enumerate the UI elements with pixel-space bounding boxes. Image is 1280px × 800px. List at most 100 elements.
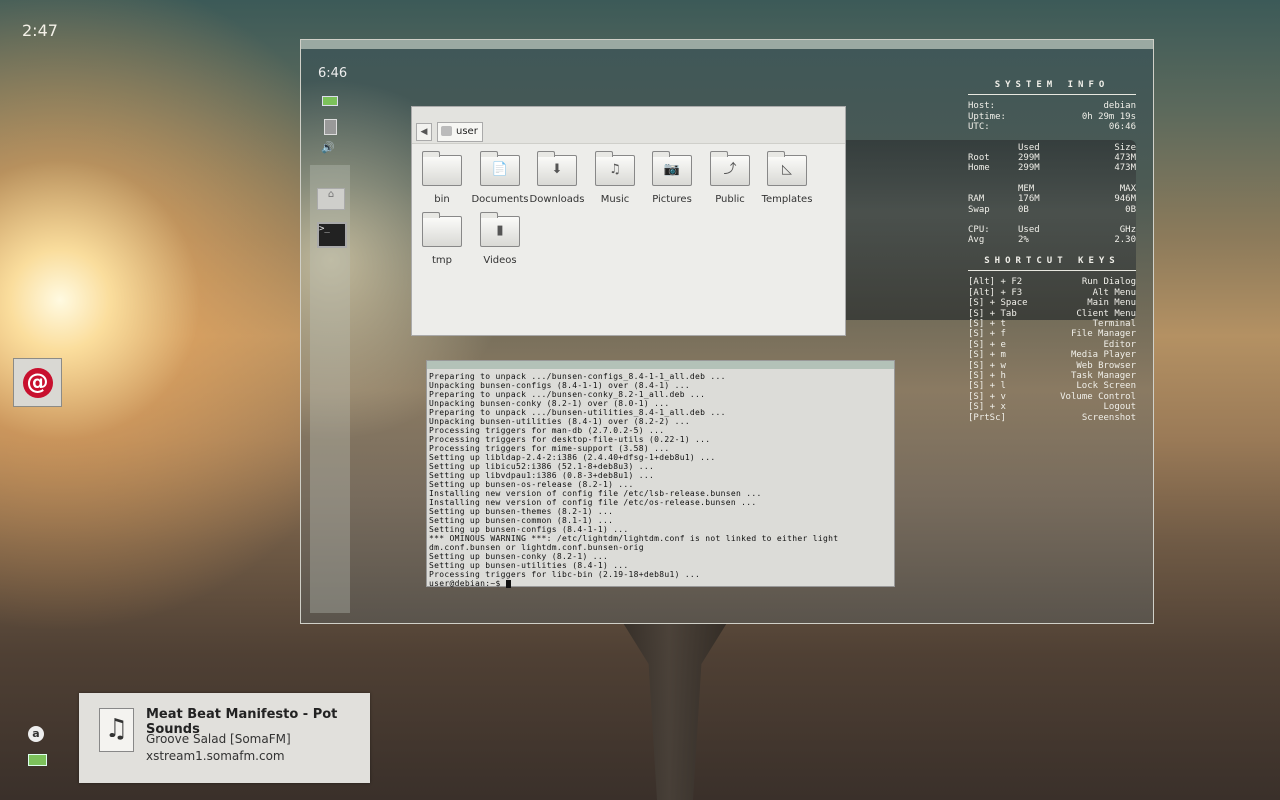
folder-downloads[interactable]: ⬇ Downloads	[527, 151, 587, 205]
shortcut-row: [S] + f File Manager	[968, 329, 1136, 340]
disk-row: Root 299M 473M	[968, 153, 1136, 164]
folder-pictures[interactable]: 📷 Pictures	[642, 151, 702, 205]
terminal-line: dm.conf.bunsen or lightdm.conf.bunsen-or…	[429, 543, 644, 552]
terminal-output[interactable]: Preparing to unpack .../bunsen-configs_8…	[427, 369, 894, 588]
pictures-folder-icon: 📷	[652, 151, 692, 186]
shortcut-row: [S] + t Terminal	[968, 318, 1136, 329]
debian-launcher-button[interactable]: @	[13, 358, 62, 407]
system-tray: a	[28, 726, 48, 766]
shortcut-row: [S] + Space Main Menu	[968, 298, 1136, 309]
terminal-line: Installing new version of config file /e…	[429, 498, 757, 507]
system-info-header: SYSTEM INFO	[968, 80, 1136, 96]
disk-row: Home 299M 473M	[968, 163, 1136, 174]
back-button[interactable]: ◀	[416, 123, 432, 141]
space-tower-decoration	[615, 610, 735, 800]
uptime-row: Uptime: 0h 29m 19s	[968, 111, 1136, 122]
disk-header: Used Size	[1018, 142, 1136, 153]
shortcut-row: [S] + Tab Client Menu	[968, 308, 1136, 319]
clipboard-icon[interactable]	[324, 119, 337, 135]
terminal-line: Setting up libvdpau1:i386 (0.8-3+deb8u1)…	[429, 471, 655, 480]
terminal-line: Setting up bunsen-themes (8.2-1) ...	[429, 507, 614, 516]
music-folder-icon: ♫	[595, 151, 635, 186]
utc-row: UTC: 06:46	[968, 122, 1136, 133]
videos-folder-icon: ▮	[480, 212, 520, 247]
notification-station: Groove Salad [SomaFM]	[146, 732, 291, 746]
media-notification[interactable]: ♫ Meat Beat Manifesto - Pot Sounds Groov…	[79, 693, 370, 783]
terminal-line: Installing new version of config file /e…	[429, 489, 762, 498]
terminal-line: Setting up libldap-2.4-2:i386 (2.4.40+df…	[429, 453, 716, 462]
memory-header: MEM MAX	[1018, 183, 1136, 194]
folder-templates[interactable]: ◺ Templates	[757, 151, 817, 205]
terminal-line: Setting up bunsen-conky (8.2-1) ...	[429, 552, 609, 561]
terminal-line: Processing triggers for man-db (2.7.0.2-…	[429, 426, 665, 435]
terminal-line: Setting up bunsen-os-release (8.2-1) ...	[429, 480, 634, 489]
documents-folder-icon: 📄	[480, 151, 520, 186]
home-icon	[441, 126, 452, 136]
folder-music[interactable]: ♫ Music	[585, 151, 645, 205]
memory-row: RAM 176M 946M	[968, 194, 1136, 205]
folder-tmp[interactable]: tmp	[412, 212, 472, 266]
terminal-line: Preparing to unpack .../bunsen-configs_8…	[429, 372, 726, 381]
terminal-line: Processing triggers for libc-bin (2.19-1…	[429, 570, 701, 579]
terminal-cursor	[505, 579, 511, 588]
shortcut-list: [Alt] + F2 Run Dialog [Alt] + F3 Alt Menu [S…	[968, 277, 1136, 423]
shortcut-row: [S] + l Lock Screen	[968, 381, 1136, 392]
terminal-line: Unpacking bunsen-conky (8.2-1) over (8.0…	[429, 399, 670, 408]
shortcut-row: [Alt] + F3 Alt Menu	[968, 287, 1136, 298]
shortcut-row: [PrtSc] Screenshot	[968, 412, 1136, 423]
folder-videos[interactable]: ▮ Videos	[470, 212, 530, 266]
inner-clock: 6:46	[318, 66, 348, 81]
terminal-titlebar	[427, 361, 894, 369]
terminal-line: Setting up bunsen-utilities (8.4-1) ...	[429, 561, 629, 570]
shortcut-row: [S] + h Task Manager	[968, 370, 1136, 381]
folder-icon	[422, 151, 462, 186]
a-indicator-icon[interactable]: a	[28, 726, 44, 742]
conky-stats: Used Size Root 299M 473M Home 299M 473M MEM MAX RA…	[968, 143, 1136, 246]
debian-swirl-icon: @	[22, 367, 53, 398]
shortcut-row: [S] + e Editor	[968, 339, 1136, 350]
path-button-user[interactable]: user	[437, 122, 483, 142]
shortcut-row: [S] + x Logout	[968, 402, 1136, 413]
shortcut-row: [S] + m Media Player	[968, 350, 1136, 361]
home-folder-icon[interactable]: ⌂	[317, 188, 345, 210]
conky-system-info: SYSTEM INFO Host: debian Uptime: 0h 29m 19…	[968, 80, 1136, 423]
cpu-header: CPU: Used GHz	[968, 225, 1136, 236]
terminal-line: Processing triggers for desktop-file-uti…	[429, 435, 711, 444]
terminal-prompt[interactable]: user@debian:~$	[429, 579, 892, 588]
public-folder-icon: ⤴	[710, 151, 750, 186]
file-manager-toolbar: ◀ user	[412, 107, 845, 144]
folder-public[interactable]: ⤴ Public	[700, 151, 760, 205]
terminal-icon[interactable]: >_	[317, 222, 347, 248]
battery-icon[interactable]	[322, 96, 338, 106]
folder-bin[interactable]: bin	[412, 151, 472, 205]
shortcut-row: [S] + w Web Browser	[968, 360, 1136, 371]
downloads-folder-icon: ⬇	[537, 151, 577, 186]
terminal-line: Processing triggers for mime-support (3.…	[429, 444, 670, 453]
desktop-clock: 2:47	[22, 21, 58, 40]
battery-icon[interactable]	[28, 754, 47, 766]
folder-documents[interactable]: 📄 Documents	[470, 151, 530, 205]
terminal-line: Unpacking bunsen-configs (8.4-1-1) over …	[429, 381, 690, 390]
terminal-line: Preparing to unpack .../bunsen-utilities…	[429, 408, 726, 417]
inner-desktop-screenshot: 6:46 🔊 ⌂ >_ ◀ user bin 📄 Documents ⬇ Dow…	[300, 39, 1154, 624]
folder-icon	[422, 212, 462, 247]
terminal-line: *** OMINOUS WARNING ***: /etc/lightdm/li…	[429, 534, 839, 543]
host-row: Host: debian	[968, 101, 1136, 112]
terminal-line: Setting up bunsen-configs (8.4-1-1) ...	[429, 525, 629, 534]
shortcut-keys-header: SHORTCUT KEYS	[968, 256, 1136, 272]
notification-url: xstream1.somafm.com	[146, 749, 285, 763]
inner-top-bar	[301, 40, 1153, 49]
cpu-row: Avg 2% 2.30	[968, 235, 1136, 246]
memory-row: Swap 0B 0B	[968, 204, 1136, 215]
music-note-icon: ♫	[99, 708, 134, 752]
terminal-line: Setting up bunsen-common (8.1-1) ...	[429, 516, 614, 525]
terminal-window[interactable]: Preparing to unpack .../bunsen-configs_8…	[426, 360, 895, 588]
shortcut-row: [Alt] + F2 Run Dialog	[968, 277, 1136, 288]
templates-folder-icon: ◺	[767, 151, 807, 186]
terminal-line: Unpacking bunsen-utilities (8.4-1) over …	[429, 417, 690, 426]
file-manager-window: ◀ user bin 📄 Documents ⬇ Downloads ♫ Mus…	[411, 106, 846, 336]
path-label: user	[456, 126, 478, 137]
shortcut-row: [S] + v Volume Control	[968, 391, 1136, 402]
volume-icon[interactable]: 🔊	[321, 141, 335, 154]
terminal-line: Setting up libicu52:i386 (52.1-8+deb8u3)…	[429, 462, 655, 471]
